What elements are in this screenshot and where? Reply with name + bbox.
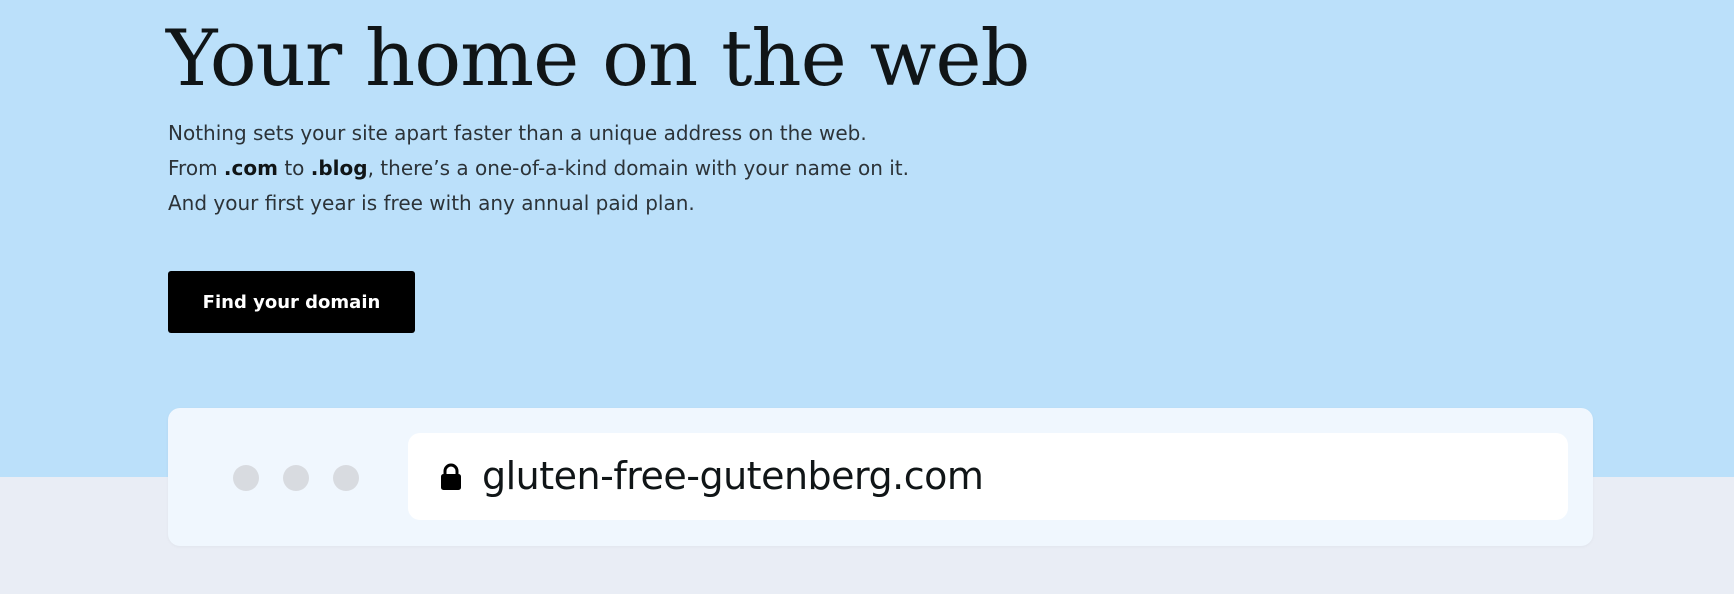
tld-blog: .blog [310,156,368,180]
window-dot [333,465,359,491]
tld-com: .com [223,156,278,180]
domain-address-text: gluten-free-gutenberg.com [482,454,984,498]
browser-mockup: gluten-free-gutenberg.com [168,408,1593,546]
hero-section: Your home on the web Nothing sets your s… [0,0,1734,477]
address-bar: gluten-free-gutenberg.com [408,433,1568,520]
description-line-2: From .com to .blog, there’s a one-of-a-k… [168,156,909,180]
description-line-2-middle: to [277,156,311,180]
window-dot [233,465,259,491]
hero-description: Nothing sets your site apart faster than… [168,116,909,221]
description-line-2-suffix: , there’s a one-of-a-kind domain with yo… [367,156,909,180]
window-dot [283,465,309,491]
description-line-3: And your first year is free with any ann… [168,191,695,215]
page: Your home on the web Nothing sets your s… [0,0,1734,594]
lock-icon [441,463,461,490]
description-line-1: Nothing sets your site apart faster than… [168,121,867,145]
description-line-2-prefix: From [168,156,224,180]
find-your-domain-button[interactable]: Find your domain [168,271,415,333]
hero-title: Your home on the web [166,14,1030,104]
